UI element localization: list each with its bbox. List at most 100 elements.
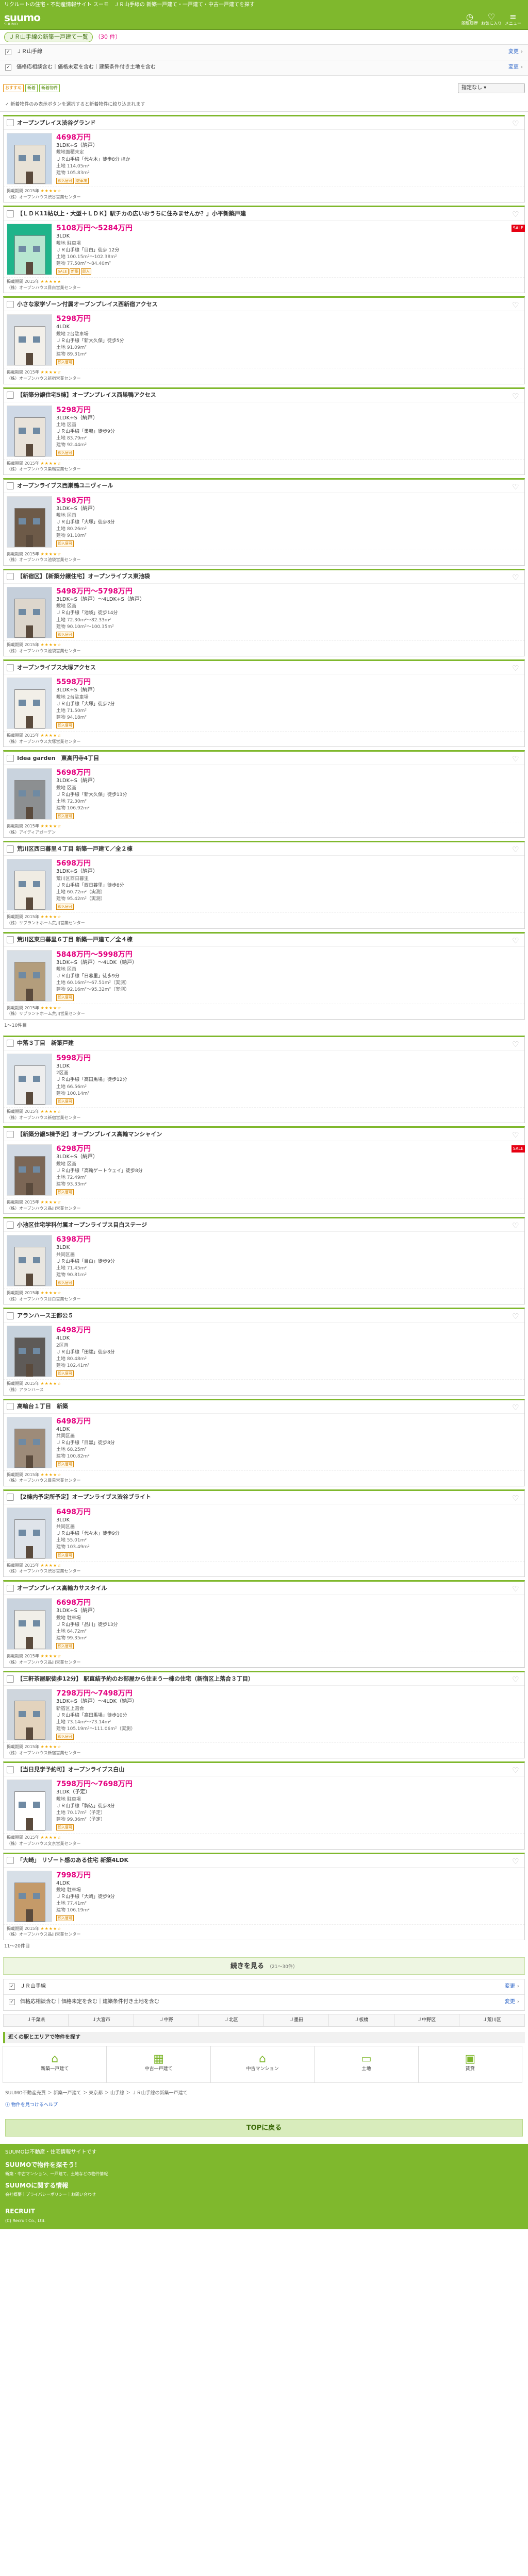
logo[interactable]: suumo SUUMO	[4, 12, 41, 26]
category-tab[interactable]: Ｊ中野	[134, 2014, 199, 2027]
heart-icon[interactable]: ♡	[512, 573, 520, 582]
new-listing-button[interactable]: 新着物件	[39, 84, 60, 92]
listing-title-row[interactable]: 荒川区東日暮里６丁目 新築一戸建て／全４棟	[4, 934, 524, 947]
listing-card[interactable]: オープンライブス西巣鴨ユニヴィール ♡ 5398万円 3LDK+S（納戸） 敷地 区画 Ｊ…	[3, 478, 525, 566]
recommend-button[interactable]: おすすめ	[3, 84, 24, 92]
listing-photo[interactable]	[7, 1416, 52, 1468]
listing-card[interactable]: 荒川区西日暮里４丁目 新築一戸建て／全２棟 ♡ 5698万円 3LDK+S（納戸） 荒川…	[3, 841, 525, 929]
heart-icon[interactable]: ♡	[512, 1403, 520, 1412]
condition-row[interactable]: ✓ ＪＲ山手線 変更 ›	[0, 44, 528, 60]
listing-card[interactable]: 【新宿区】【新築分譲住宅】オープンライブス東池袋 ♡ 5498万円〜5798万円 3L…	[3, 568, 525, 657]
checkbox[interactable]	[7, 119, 14, 127]
icon-box[interactable]: ⌂ 新築一戸建て	[3, 2046, 107, 2083]
breadcrumb[interactable]: SUUMO不動産売買 ＞ 新築一戸建て ＞ 東京都 ＞ 山手線 ＞ ＪＲ山手線の…	[0, 2083, 528, 2100]
listing-photo[interactable]	[7, 1235, 52, 1287]
listing-card[interactable]: 高輪台１丁目 新築 ♡ 6498万円 4LDK 共同区画 ＪＲ山手線「目黒」徒歩8分 土地 …	[3, 1398, 525, 1486]
checkbox[interactable]	[7, 1584, 14, 1592]
heart-icon[interactable]: ♡	[512, 1585, 520, 1593]
listing-title[interactable]: 荒川区西日暮里４丁目 新築一戸建て／全２棟	[17, 845, 133, 853]
category-tab[interactable]: Ｊ北区	[199, 2014, 264, 2027]
listing-title[interactable]: 【当日見学予約可】オープンライブス白山	[17, 1766, 124, 1774]
listing-card[interactable]: オープンライブス大塚アクセス ♡ 5598万円 3LDK+S（納戸） 敷地 2台駐車場 Ｊ…	[3, 659, 525, 748]
listing-card[interactable]: オープンプレイス渋谷グランド ♡ 4698万円 3LDK+S（納戸） 敷地面積未定 ＪＲ山…	[3, 114, 525, 203]
checkbox[interactable]	[7, 1857, 14, 1865]
category-tab[interactable]: Ｊ板橋	[329, 2014, 394, 2027]
back-to-top-button[interactable]: TOPに戻る	[5, 2119, 523, 2137]
checkbox[interactable]: ✓	[9, 1984, 15, 1990]
listing-title-row[interactable]: 「大崎」 リゾート感のある住宅 新築4LDK	[4, 1854, 524, 1868]
listing-card[interactable]: 【三軒茶屋駅徒歩12分】 駅直結予約のお部屋から住まう一棟の住宅（新宿区上落合３…	[3, 1671, 525, 1759]
checkbox[interactable]	[7, 936, 14, 944]
checkbox[interactable]	[7, 573, 14, 581]
listing-card[interactable]: 小さな家学ゾーン付属オープンプレイス西新宿アクセス ♡ 5298万円 4LDK 敷地 2…	[3, 296, 525, 384]
checkbox[interactable]	[7, 1675, 14, 1683]
checkbox[interactable]	[7, 1494, 14, 1501]
category-tab[interactable]: Ｊ千葉県	[4, 2014, 69, 2027]
heart-icon[interactable]: ♡	[512, 483, 520, 491]
listing-title[interactable]: 【三軒茶屋駅徒歩12分】 駅直結予約のお部屋から住まう一棟の住宅（新宿区上落合３…	[17, 1675, 254, 1683]
listing-photo[interactable]	[7, 496, 52, 548]
listing-title-row[interactable]: 中落３丁目 新築戸建	[4, 1037, 524, 1050]
change-link[interactable]: 変更 ›	[505, 1983, 519, 1991]
listing-title-row[interactable]: Idea garden 東高円寺4丁目	[4, 752, 524, 766]
condition-row[interactable]: ✓ 価格応相談含む｜価格未定を含む｜建築条件付き土地を含む 変更 ›	[0, 60, 528, 76]
heart-icon[interactable]: ♡	[512, 1494, 520, 1502]
heart-icon[interactable]: ♡	[512, 301, 520, 309]
search-summary-pill[interactable]: ＪＲ山手線の新築一戸建て一覧	[4, 32, 93, 42]
listing-title-row[interactable]: アランハース王都公５	[4, 1309, 524, 1323]
checkbox[interactable]	[7, 300, 14, 308]
listing-title-row[interactable]: 高輪台１丁目 新築	[4, 1400, 524, 1414]
listing-photo[interactable]	[7, 224, 52, 276]
listing-card[interactable]: 【ＬＤＫ11帖以上・大型＋ＬＤＫ】駅チカの広いおうちに住みませんか？」小平新築戸…	[3, 206, 525, 294]
heart-icon[interactable]: ♡	[512, 1131, 520, 1139]
listing-photo[interactable]	[7, 1870, 52, 1922]
listing-photo[interactable]	[7, 1053, 52, 1105]
checkbox[interactable]	[7, 1130, 14, 1138]
heart-icon[interactable]: ♡	[512, 755, 520, 763]
checkbox[interactable]	[7, 1221, 14, 1229]
heart-icon[interactable]: ♡	[512, 937, 520, 945]
listing-title-row[interactable]: オープンプレイス渋谷グランド	[4, 116, 524, 130]
listing-photo[interactable]	[7, 1598, 52, 1650]
listing-card[interactable]: 小池区住宅学科付属オープンライブス目白ステージ ♡ 6398万円 3LDK 共同区画 ＪＲ…	[3, 1217, 525, 1305]
listing-title-row[interactable]: 【ＬＤＫ11帖以上・大型＋ＬＤＫ】駅チカの広いおうちに住みませんか？」小平新築戸…	[4, 207, 524, 221]
listing-card[interactable]: 中落３丁目 新築戸建 ♡ 5998万円 3LDK 2区画 ＪＲ山手線「高田馬場」徒歩12分…	[3, 1035, 525, 1124]
checkbox[interactable]: ✓	[9, 1999, 15, 2006]
listing-photo[interactable]	[7, 677, 52, 730]
heart-icon[interactable]: ♡	[512, 1222, 520, 1230]
listing-title[interactable]: 中落３丁目 新築戸建	[17, 1039, 74, 1047]
listing-photo[interactable]	[7, 1144, 52, 1196]
listing-card[interactable]: Idea garden 東高円寺4丁目 ♡ 5698万円 3LDK+S（納戸） 敷地 区…	[3, 750, 525, 838]
listing-photo[interactable]	[7, 405, 52, 457]
heart-icon[interactable]: ♡	[512, 1857, 520, 1866]
listing-title-row[interactable]: 【新築分譲5棟予定】オープンプレイス高輪マンシャイン	[4, 1128, 524, 1142]
listing-title[interactable]: 【新築分譲住宅5棟】オープンプレイス西巣鴨アクセス	[17, 391, 156, 399]
category-tab[interactable]: Ｊ大宮市	[69, 2014, 134, 2027]
listing-photo[interactable]	[7, 1780, 52, 1832]
sort-select[interactable]: 指定なし ▾	[458, 82, 525, 94]
heart-icon[interactable]: ♡	[512, 120, 520, 128]
heart-icon[interactable]: ♡	[512, 664, 520, 672]
category-tab[interactable]: Ｊ墨田	[264, 2014, 329, 2027]
checkbox[interactable]	[7, 1312, 14, 1319]
listing-title-row[interactable]: 小池区住宅学科付属オープンライブス目白ステージ	[4, 1218, 524, 1232]
listing-photo[interactable]	[7, 1689, 52, 1741]
heart-icon[interactable]: ♡	[512, 1040, 520, 1048]
listing-card[interactable]: 「大崎」 リゾート感のある住宅 新築4LDK ♡ 7998万円 4LDK 敷地 駐車場 Ｊ…	[3, 1852, 525, 1940]
checkbox[interactable]	[7, 664, 14, 671]
heart-icon[interactable]: ♡	[512, 392, 520, 400]
icon-box[interactable]: ▭ 土地	[314, 2046, 419, 2083]
listing-title[interactable]: 小さな家学ゾーン付属オープンプレイス西新宿アクセス	[17, 300, 158, 309]
listing-title[interactable]: オープンライブス大塚アクセス	[17, 664, 96, 672]
listing-photo[interactable]	[7, 1507, 52, 1559]
listing-photo[interactable]	[7, 859, 52, 911]
checkbox[interactable]	[7, 482, 14, 490]
checkbox[interactable]	[7, 392, 14, 399]
listing-card[interactable]: 【2棟内予定所予定】オープンライブス渋谷ブライト ♡ 6498万円 3LDK 共同区画 Ｊ…	[3, 1489, 525, 1578]
category-tab[interactable]: Ｊ荒川区	[459, 2014, 524, 2027]
checkbox[interactable]: ✓	[5, 64, 11, 71]
icon-box[interactable]: ⌂ 中古マンション	[210, 2046, 315, 2083]
change-link[interactable]: 変更 ›	[508, 48, 523, 56]
listing-title[interactable]: 高輪台１丁目 新築	[17, 1402, 68, 1411]
listing-title[interactable]: 【2棟内予定所予定】オープンライブス渋谷ブライト	[17, 1493, 151, 1501]
